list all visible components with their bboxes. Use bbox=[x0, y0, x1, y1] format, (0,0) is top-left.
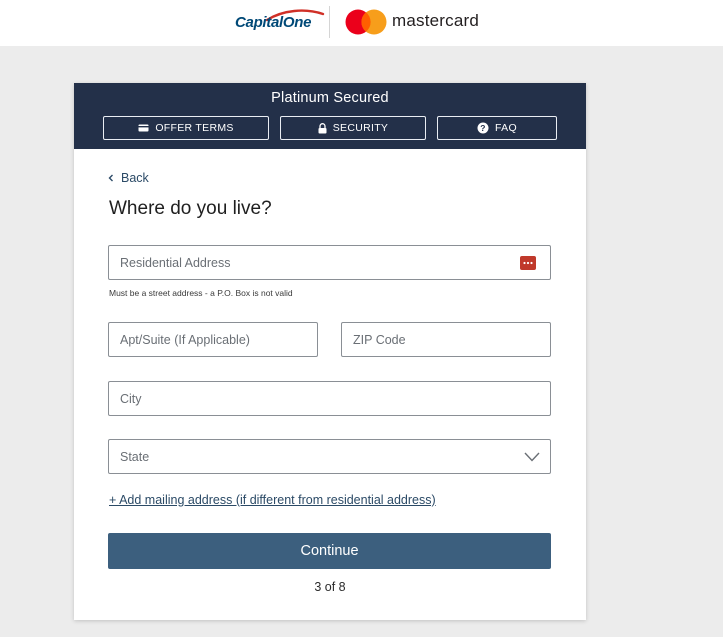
brand-divider bbox=[329, 6, 330, 38]
faq-button[interactable]: ? FAQ bbox=[437, 116, 557, 140]
application-card: Platinum Secured OFFER TERMS SECURITY ? … bbox=[74, 83, 586, 620]
residential-address-input[interactable] bbox=[109, 246, 550, 279]
brand-header: CapitalOne mastercard bbox=[0, 0, 723, 46]
continue-button[interactable]: Continue bbox=[108, 533, 551, 569]
credit-card-icon bbox=[138, 124, 149, 132]
back-label: Back bbox=[121, 171, 149, 185]
offer-terms-button[interactable]: OFFER TERMS bbox=[103, 116, 269, 140]
mastercard-wordmark: mastercard bbox=[392, 11, 480, 30]
question-circle-icon: ? bbox=[477, 122, 489, 134]
address-helper-text: Must be a street address - a P.O. Box is… bbox=[109, 288, 293, 298]
city-input[interactable] bbox=[109, 382, 550, 415]
mastercard-circles-icon bbox=[345, 9, 387, 35]
state-select[interactable]: State bbox=[108, 439, 551, 474]
faq-label: FAQ bbox=[495, 122, 517, 134]
autofill-icon[interactable] bbox=[520, 256, 536, 270]
chevron-left-icon bbox=[108, 171, 114, 185]
lock-icon bbox=[318, 122, 327, 134]
residential-address-field[interactable] bbox=[108, 245, 551, 280]
step-indicator: 3 of 8 bbox=[314, 580, 346, 594]
capital-one-wordmark: CapitalOne bbox=[235, 14, 312, 31]
card-product-title: Platinum Secured bbox=[271, 90, 389, 106]
svg-text:?: ? bbox=[480, 123, 486, 133]
apt-suite-field[interactable] bbox=[108, 322, 318, 357]
offer-terms-label: OFFER TERMS bbox=[155, 122, 234, 134]
zip-code-input[interactable] bbox=[342, 323, 550, 356]
add-mailing-address-link[interactable]: + Add mailing address (if different from… bbox=[109, 493, 436, 507]
capital-one-logo: CapitalOne bbox=[235, 8, 325, 34]
state-select-value: State bbox=[120, 450, 150, 464]
zip-code-field[interactable] bbox=[341, 322, 551, 357]
security-label: SECURITY bbox=[332, 122, 389, 134]
back-link[interactable]: Back bbox=[108, 171, 149, 185]
city-field[interactable] bbox=[108, 381, 551, 416]
card-header: Platinum Secured OFFER TERMS SECURITY ? … bbox=[74, 83, 586, 149]
chevron-down-icon bbox=[524, 452, 540, 462]
security-button[interactable]: SECURITY bbox=[280, 116, 426, 140]
apt-suite-input[interactable] bbox=[109, 323, 317, 356]
page-title: Where do you live? bbox=[109, 198, 272, 219]
